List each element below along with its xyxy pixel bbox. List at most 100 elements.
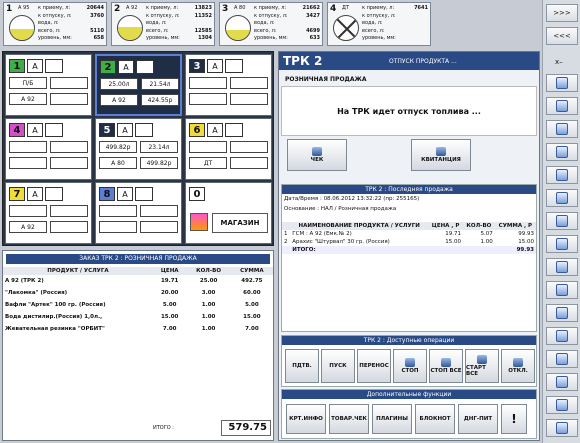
tank-stat-value: 3427 [306,12,320,19]
toolbar-tool-button[interactable] [546,281,578,299]
check-button[interactable]: ЧЕК [287,139,347,171]
dispenser-6[interactable]: 6 А ДТ [185,118,272,180]
toolbar-tool-button[interactable] [546,258,578,276]
scroll-down-button[interactable]: <<< [546,27,578,45]
tool-icon [556,215,568,227]
col-n [282,222,290,230]
tank-stat-value: 5110 [90,27,104,34]
dispenser-1[interactable]: 1 А П/Б А 92 [5,54,92,116]
scroll-up-button[interactable]: >>> [546,4,578,22]
dispenser-field-3: А 92 [9,221,47,233]
dispenser-header: 8А [99,187,153,201]
date-label: Дата/Время : [284,196,322,202]
dispenser-field-4 [140,221,178,233]
dispenser-number: 7 [9,187,25,201]
toolbar-tool-button[interactable] [546,143,578,161]
dispenser-8[interactable]: 8А [95,182,182,244]
dispenser-state: А [117,187,133,201]
dispenser-state: А [117,123,133,137]
dispenser-7[interactable]: 7А А 92 [5,182,92,244]
sale-cell: 5.07 [480,231,493,237]
extra-button-2[interactable]: ПЛАГИНЫ [372,404,412,434]
extra-button-0[interactable]: КРТ.ИНФО [286,404,326,434]
tank-stat-value: 658 [93,35,104,41]
tool-icon [556,307,568,319]
op-button-5[interactable]: СТАРТ ВСЕ [465,349,499,383]
toolbar-tool-button[interactable] [546,419,578,437]
toolbar-tool-button[interactable] [546,120,578,138]
close-mark[interactable]: x– [555,58,563,66]
toolbar-tool-button[interactable] [546,189,578,207]
op-button-2[interactable]: ПЕРЕНОС [357,349,391,383]
extra-button-3[interactable]: БЛОКНОТ [415,404,455,434]
order-col-product: ПРОДУКТ / УСЛУГА [47,268,109,274]
order-row[interactable]: А 92 (ТРК 2) 19.71 25.00 492.75 [3,275,273,287]
toolbar-tool-button[interactable] [546,166,578,184]
toolbar-tool-button[interactable] [546,396,578,414]
receipt-button[interactable]: КВИТАНЦИЯ [411,139,471,171]
dispenser-5[interactable]: 5 А 499.82р 23.14л А 80 499.82р [95,118,182,180]
sale-cell: ГСМ : А 92 (Емк.№ 2) [292,231,352,237]
dispenser-field-3 [9,157,47,169]
tank-stat-label: вода, л: [146,20,167,26]
dispenser-indicator [45,187,63,201]
dispenser-field-1: 25.00л [100,78,138,90]
trk-subtitle: ОТПУСК ПРОДУКТА ... [389,58,457,65]
toolbar-tool-button[interactable] [546,304,578,322]
order-row[interactable]: "Лакомка" (Россия) 20.00 3.00 60.00 [3,287,273,299]
dispenser-3[interactable]: 3А [185,54,272,116]
order-col-price: ЦЕНА [160,268,179,274]
toolbar-tool-button[interactable] [546,235,578,253]
toolbar-tool-button[interactable] [546,373,578,391]
dispenser-2[interactable]: 2 А 25.00л 21.54л А 92 424.55р [95,54,182,116]
op-button-6[interactable]: ОТКЛ. [501,349,535,383]
tank-stat-row: всего, л: 5110 [38,28,104,36]
order-row[interactable]: Вафли "Артек" 100 гр. (Россия) 5.00 1.00 5.… [3,299,273,311]
shop-button[interactable]: МАГАЗИН [212,213,268,233]
toolbar-tool-button[interactable] [546,327,578,345]
toolbar-tool-button[interactable] [546,97,578,115]
tank-stat-value: 633 [309,35,320,41]
tank-level-fill [10,29,34,40]
dispenser-state: А [207,123,223,137]
tank-stat-value: 13823 [194,5,212,11]
extra-button-5[interactable]: ! [501,404,527,434]
dispenser-field-4 [50,157,88,169]
dispenser-field-4 [50,93,88,105]
total-spacer [463,246,495,254]
trk-message: На ТРК идет отпуск топлива ... [337,107,481,116]
toolbar-tool-button[interactable] [546,74,578,92]
dispenser-indicator [135,187,153,201]
tank-name: ДТ [342,5,349,11]
op-icon [405,358,415,367]
extra-button-1[interactable]: ТОВАР.ЧЕК [329,404,369,434]
dispenser-4[interactable]: 4А [5,118,92,180]
toolbar-tool-button[interactable] [546,350,578,368]
dispenser-indicator [225,123,243,137]
dispenser-header: 0 [189,187,205,201]
tank-stat-row: к отпуску, л: [362,13,428,21]
dispenser-number: 6 [189,123,205,137]
op-button-3[interactable]: СТОП [393,349,427,383]
op-button-4[interactable]: СТОП ВСЕ [429,349,463,383]
tool-icon [556,238,568,250]
extra-button-4[interactable]: ДНГ-ПИТ [458,404,498,434]
tool-icon [556,169,568,181]
tank-card: 3 А 80 к приему, л: 21662 к отпуску, л: 3427 в… [219,2,323,46]
order-row[interactable]: Жевательная резинка "ОРБИТ" 7.00 1.00 7.00 [3,323,273,335]
dispenser-header: 5А [99,123,153,137]
date-value: 08.06.2012 13:32:22 (пр: 255165) [323,196,420,202]
last-sale-date: Дата/Время : 08.06.2012 13:32:22 (пр: 25… [282,194,536,204]
tank-stats: к приему, л: 21662 к отпуску, л: 3427 вода, … [254,5,320,43]
op-button-0[interactable]: ПДТВ. [285,349,319,383]
dispenser-field-2 [50,141,88,153]
tank-gauge [9,15,35,41]
extra-label: БЛОКНОТ [419,416,451,422]
dispenser-field-1 [9,205,47,217]
dispenser-0[interactable]: 0 МАГАЗИН [185,182,272,244]
tank-name: А 80 [234,5,246,11]
op-button-1[interactable]: ПУСК [321,349,355,383]
tank-number: 2 [114,4,121,14]
toolbar-tool-button[interactable] [546,212,578,230]
order-row[interactable]: Вода дистилир.(Россия) 1,0л., 15.00 1.00 15… [3,311,273,323]
